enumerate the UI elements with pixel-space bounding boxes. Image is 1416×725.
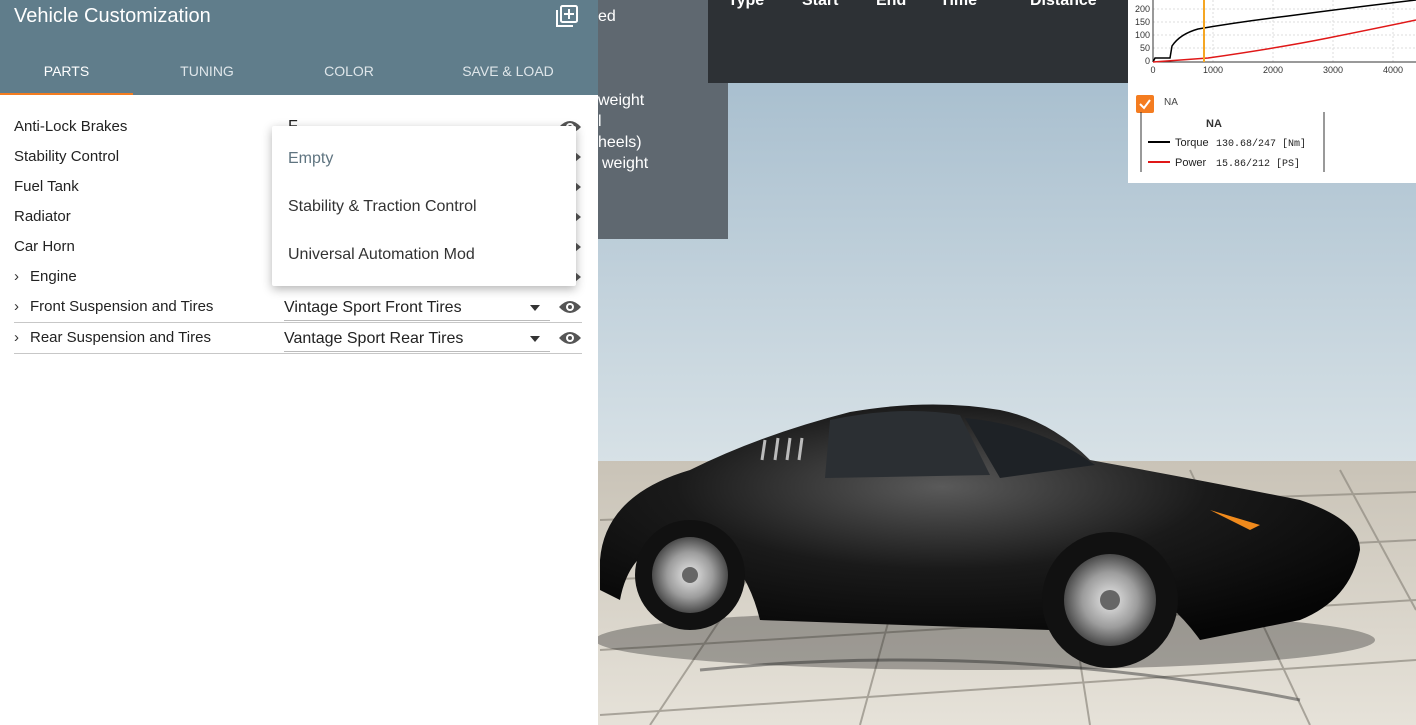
y-tick: 150 <box>1135 17 1150 27</box>
col-end: End <box>876 0 907 9</box>
x-tick: 3000 <box>1323 65 1343 75</box>
dropdown-option-empty[interactable]: Empty <box>288 150 333 168</box>
col-distance: Distance <box>1030 0 1097 9</box>
part-label: Car Horn <box>14 238 75 255</box>
rear-tires-select[interactable]: Vantage Sport Rear Tires <box>284 325 550 352</box>
dropdown-option-stability-traction[interactable]: Stability & Traction Control <box>288 198 477 216</box>
part-label: Fuel Tank <box>14 178 79 195</box>
part-label: Anti-Lock Brakes <box>14 118 128 135</box>
chevron-down-icon <box>530 305 540 311</box>
eye-icon[interactable] <box>558 329 582 347</box>
power-legend-label: Power <box>1175 157 1207 169</box>
tab-color[interactable]: COLOR <box>282 62 416 95</box>
panel-header: Vehicle Customization PARTS TUNING COLOR… <box>0 0 598 95</box>
y-tick: 50 <box>1140 43 1150 53</box>
add-new-icon[interactable] <box>556 5 578 27</box>
x-tick: 1000 <box>1203 65 1223 75</box>
overlay-line: weight <box>598 92 645 109</box>
part-row-rear-suspension[interactable]: › Rear Suspension and Tires Vantage Spor… <box>14 323 582 354</box>
part-label: Radiator <box>14 208 71 225</box>
y-tick: 200 <box>1135 4 1150 14</box>
overlay-line: l <box>598 113 602 130</box>
na-checkbox[interactable] <box>1136 95 1154 113</box>
vehicle-customization-panel: Vehicle Customization PARTS TUNING COLOR… <box>0 0 598 725</box>
drag-stats-table-header: Type Start End Time Distance <box>708 0 1128 83</box>
chevron-right-icon[interactable]: › <box>14 323 19 353</box>
eye-icon[interactable] <box>558 298 582 316</box>
part-label: Engine <box>30 268 77 285</box>
legend-title: NA <box>1206 118 1222 130</box>
col-start: Start <box>802 0 839 9</box>
torque-legend-label: Torque <box>1175 137 1209 149</box>
stats-overlay-panel: ed weight l heels) weight <box>580 0 728 239</box>
chevron-right-icon[interactable]: › <box>14 262 19 292</box>
x-tick: 0 <box>1150 65 1155 75</box>
col-time: Time <box>940 0 978 9</box>
select-value: Vintage Sport Front Tires <box>284 299 462 316</box>
part-options-dropdown: Empty Stability & Traction Control Unive… <box>272 126 576 286</box>
overlay-line: ed <box>598 8 616 25</box>
overlay-line: heels) <box>598 134 642 151</box>
na-checkbox-label: NA <box>1164 97 1178 108</box>
tab-parts[interactable]: PARTS <box>0 62 133 95</box>
part-label: Rear Suspension and Tires <box>30 329 211 346</box>
chevron-down-icon <box>530 336 540 342</box>
col-type: Type <box>728 0 765 9</box>
select-value: Vantage Sport Rear Tires <box>284 330 464 347</box>
dropdown-option-universal-automation[interactable]: Universal Automation Mod <box>288 246 475 264</box>
power-legend-value: 15.86/212 [PS] <box>1216 158 1300 170</box>
chevron-right-icon[interactable]: › <box>14 292 19 322</box>
part-label: Stability Control <box>14 148 120 165</box>
torque-legend-value: 130.68/247 [Nm] <box>1216 138 1306 150</box>
part-row-front-suspension[interactable]: › Front Suspension and Tires Vintage Spo… <box>14 292 582 323</box>
tab-tuning[interactable]: TUNING <box>140 62 274 95</box>
tab-save-load[interactable]: SAVE & LOAD <box>428 62 588 95</box>
x-tick: 2000 <box>1263 65 1283 75</box>
x-tick: 4000 <box>1383 65 1403 75</box>
front-tires-select[interactable]: Vintage Sport Front Tires <box>284 294 550 321</box>
panel-title: Vehicle Customization <box>14 5 211 27</box>
part-label: Front Suspension and Tires <box>30 298 214 315</box>
y-tick: 0 <box>1145 56 1150 66</box>
torque-power-graph: 200 150 100 50 0 0 1000 2000 3000 4000 N… <box>1128 0 1416 172</box>
y-tick: 100 <box>1135 30 1150 40</box>
torque-power-graph-panel: 200 150 100 50 0 0 1000 2000 3000 4000 N… <box>1128 0 1416 183</box>
overlay-line: weight <box>602 155 649 172</box>
